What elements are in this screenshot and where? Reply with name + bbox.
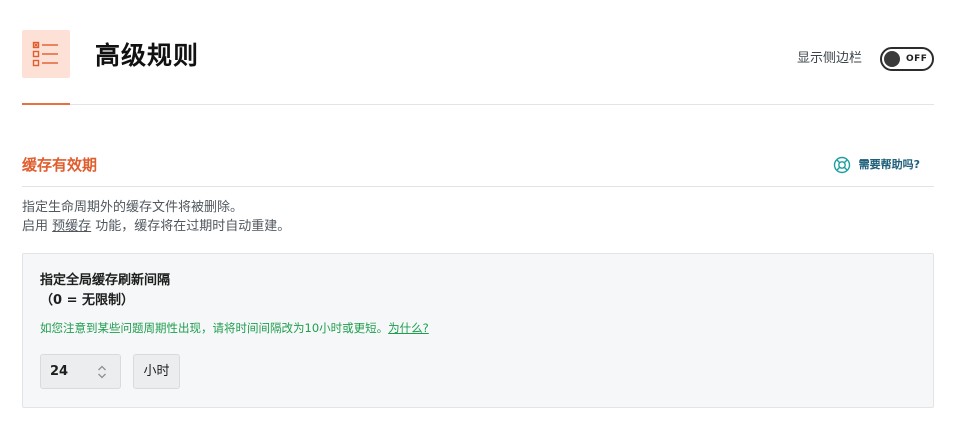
preload-cache-link[interactable]: 预缓存 — [52, 219, 91, 234]
page-title: 高级规则 — [95, 41, 200, 70]
description-line-1: 指定生命周期外的缓存文件将被删除。 — [22, 200, 244, 215]
section-description: 指定生命周期外的缓存文件将被删除。 启用 预缓存 功能，缓存将在过期时自动重建。 — [22, 198, 290, 236]
why-link[interactable]: 为什么? — [388, 321, 429, 335]
lifebuoy-icon — [833, 156, 850, 174]
show-sidebar-label: 显示侧边栏 — [796, 51, 862, 66]
toggle-knob — [884, 51, 900, 67]
description-line-2-prefix: 启用 — [22, 219, 53, 234]
hint-text: 如您注意到某些问题周期性出现，请将时间间隔改为10小时或更短。 — [40, 321, 389, 335]
interval-unit-label: 小时 — [133, 354, 180, 389]
list-checklist-icon — [22, 30, 70, 78]
page-header: 高级规则 显示侧边栏 OFF — [22, 0, 934, 105]
panel-title: 指定全局缓存刷新间隔 （0 = 无限制） — [40, 271, 170, 311]
cache-lifetime-section-header: 缓存有效期 需要帮助吗? — [22, 144, 934, 187]
panel-title-line-2: （0 = 无限制） — [40, 293, 134, 308]
need-help-link[interactable]: 需要帮助吗? — [833, 156, 920, 174]
section-title: 缓存有效期 — [22, 156, 98, 174]
stepper-arrows-icon[interactable] — [95, 363, 109, 381]
header-active-underline — [22, 103, 70, 105]
list-checklist-icon-graphic — [32, 41, 58, 67]
panel-hint: 如您注意到某些问题周期性出现，请将时间间隔改为10小时或更短。为什么? — [40, 319, 429, 337]
toggle-state-text: OFF — [906, 54, 928, 64]
panel-title-line-1: 指定全局缓存刷新间隔 — [40, 273, 171, 288]
interval-value: 24 — [50, 364, 69, 379]
cache-interval-panel: 指定全局缓存刷新间隔 （0 = 无限制） 如您注意到某些问题周期性出现，请将时间… — [22, 253, 934, 408]
show-sidebar-toggle[interactable]: OFF — [880, 47, 934, 71]
description-line-2: 启用 预缓存 功能，缓存将在过期时自动重建。 — [22, 217, 290, 236]
need-help-text: 需要帮助吗? — [858, 158, 920, 171]
description-line-2-suffix: 功能，缓存将在过期时自动重建。 — [91, 219, 291, 234]
interval-number-input[interactable]: 24 — [40, 354, 121, 389]
